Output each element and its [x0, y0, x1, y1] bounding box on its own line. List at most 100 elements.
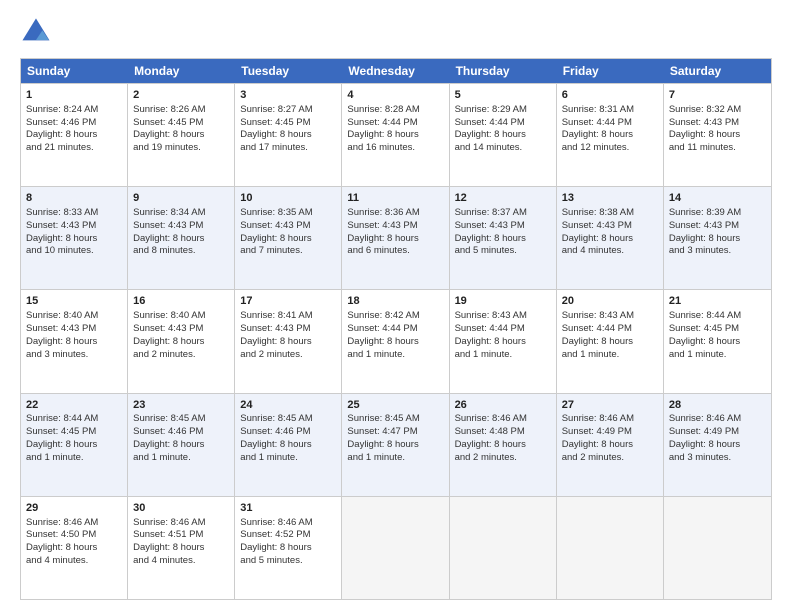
day-info-line: and 12 minutes. [562, 142, 658, 155]
day-number: 4 [347, 88, 443, 103]
day-info-line: Daylight: 8 hours [455, 439, 551, 452]
day-info-line: Sunrise: 8:43 AM [562, 310, 658, 323]
day-info-line: Sunrise: 8:46 AM [562, 413, 658, 426]
header [20, 16, 772, 48]
day-cell-23: 23Sunrise: 8:45 AMSunset: 4:46 PMDayligh… [128, 394, 235, 496]
day-info-line: Sunset: 4:45 PM [669, 323, 766, 336]
calendar-week-5: 29Sunrise: 8:46 AMSunset: 4:50 PMDayligh… [21, 496, 771, 599]
day-info-line: Sunrise: 8:38 AM [562, 207, 658, 220]
day-info-line: Daylight: 8 hours [133, 336, 229, 349]
day-info-line: Sunrise: 8:46 AM [455, 413, 551, 426]
day-info-line: Sunrise: 8:32 AM [669, 104, 766, 117]
day-info-line: Sunrise: 8:46 AM [26, 517, 122, 530]
day-cell-20: 20Sunrise: 8:43 AMSunset: 4:44 PMDayligh… [557, 290, 664, 392]
day-info-line: Sunset: 4:47 PM [347, 426, 443, 439]
day-info-line: Sunrise: 8:34 AM [133, 207, 229, 220]
day-number: 14 [669, 191, 766, 206]
day-number: 11 [347, 191, 443, 206]
day-cell-15: 15Sunrise: 8:40 AMSunset: 4:43 PMDayligh… [21, 290, 128, 392]
day-info-line: Sunset: 4:52 PM [240, 529, 336, 542]
day-info-line: Sunset: 4:43 PM [26, 220, 122, 233]
day-info-line: Sunrise: 8:43 AM [455, 310, 551, 323]
day-number: 29 [26, 501, 122, 516]
day-number: 9 [133, 191, 229, 206]
day-cell-5: 5Sunrise: 8:29 AMSunset: 4:44 PMDaylight… [450, 84, 557, 186]
day-number: 18 [347, 294, 443, 309]
day-info-line: and 2 minutes. [562, 452, 658, 465]
empty-cell [664, 497, 771, 599]
day-number: 15 [26, 294, 122, 309]
day-number: 13 [562, 191, 658, 206]
calendar-header: SundayMondayTuesdayWednesdayThursdayFrid… [21, 59, 771, 83]
day-number: 1 [26, 88, 122, 103]
day-info-line: Sunrise: 8:28 AM [347, 104, 443, 117]
day-info-line: Sunset: 4:43 PM [26, 323, 122, 336]
day-info-line: Sunrise: 8:27 AM [240, 104, 336, 117]
day-info-line: Daylight: 8 hours [26, 542, 122, 555]
day-cell-11: 11Sunrise: 8:36 AMSunset: 4:43 PMDayligh… [342, 187, 449, 289]
empty-cell [557, 497, 664, 599]
day-info-line: Sunset: 4:46 PM [26, 117, 122, 130]
day-info-line: Sunrise: 8:29 AM [455, 104, 551, 117]
day-number: 26 [455, 398, 551, 413]
day-info-line: Sunrise: 8:36 AM [347, 207, 443, 220]
day-cell-21: 21Sunrise: 8:44 AMSunset: 4:45 PMDayligh… [664, 290, 771, 392]
day-info-line: Sunrise: 8:41 AM [240, 310, 336, 323]
day-info-line: Sunset: 4:43 PM [133, 323, 229, 336]
day-number: 19 [455, 294, 551, 309]
day-info-line: Daylight: 8 hours [26, 233, 122, 246]
day-info-line: Daylight: 8 hours [669, 233, 766, 246]
day-info-line: Sunset: 4:49 PM [669, 426, 766, 439]
day-info-line: Sunset: 4:45 PM [240, 117, 336, 130]
day-number: 24 [240, 398, 336, 413]
day-number: 30 [133, 501, 229, 516]
day-info-line: Daylight: 8 hours [240, 233, 336, 246]
day-cell-17: 17Sunrise: 8:41 AMSunset: 4:43 PMDayligh… [235, 290, 342, 392]
day-info-line: Sunset: 4:48 PM [455, 426, 551, 439]
day-info-line: Sunrise: 8:31 AM [562, 104, 658, 117]
day-of-week-monday: Monday [128, 59, 235, 83]
day-info-line: Sunset: 4:44 PM [562, 323, 658, 336]
day-info-line: and 14 minutes. [455, 142, 551, 155]
page: SundayMondayTuesdayWednesdayThursdayFrid… [0, 0, 792, 612]
day-of-week-wednesday: Wednesday [342, 59, 449, 83]
day-info-line: Daylight: 8 hours [455, 233, 551, 246]
day-info-line: Daylight: 8 hours [669, 336, 766, 349]
day-info-line: Sunset: 4:43 PM [240, 220, 336, 233]
day-info-line: Sunrise: 8:45 AM [240, 413, 336, 426]
day-number: 7 [669, 88, 766, 103]
day-info-line: Sunset: 4:44 PM [562, 117, 658, 130]
day-info-line: Sunrise: 8:44 AM [26, 413, 122, 426]
day-cell-29: 29Sunrise: 8:46 AMSunset: 4:50 PMDayligh… [21, 497, 128, 599]
day-cell-14: 14Sunrise: 8:39 AMSunset: 4:43 PMDayligh… [664, 187, 771, 289]
day-info-line: Daylight: 8 hours [133, 439, 229, 452]
day-info-line: and 1 minute. [240, 452, 336, 465]
day-info-line: Daylight: 8 hours [133, 233, 229, 246]
empty-cell [450, 497, 557, 599]
day-info-line: and 5 minutes. [455, 245, 551, 258]
day-cell-27: 27Sunrise: 8:46 AMSunset: 4:49 PMDayligh… [557, 394, 664, 496]
day-info-line: Sunset: 4:49 PM [562, 426, 658, 439]
day-info-line: Sunrise: 8:42 AM [347, 310, 443, 323]
day-cell-8: 8Sunrise: 8:33 AMSunset: 4:43 PMDaylight… [21, 187, 128, 289]
day-info-line: Sunrise: 8:40 AM [133, 310, 229, 323]
day-number: 28 [669, 398, 766, 413]
day-info-line: and 3 minutes. [669, 245, 766, 258]
day-number: 17 [240, 294, 336, 309]
day-info-line: and 5 minutes. [240, 555, 336, 568]
day-cell-19: 19Sunrise: 8:43 AMSunset: 4:44 PMDayligh… [450, 290, 557, 392]
day-info-line: Daylight: 8 hours [347, 439, 443, 452]
day-info-line: Daylight: 8 hours [669, 439, 766, 452]
day-info-line: Sunset: 4:50 PM [26, 529, 122, 542]
day-info-line: Daylight: 8 hours [133, 542, 229, 555]
day-info-line: Sunrise: 8:45 AM [347, 413, 443, 426]
day-info-line: Daylight: 8 hours [347, 129, 443, 142]
day-info-line: Sunrise: 8:37 AM [455, 207, 551, 220]
day-info-line: Daylight: 8 hours [562, 129, 658, 142]
day-number: 2 [133, 88, 229, 103]
day-info-line: and 17 minutes. [240, 142, 336, 155]
empty-cell [342, 497, 449, 599]
day-cell-13: 13Sunrise: 8:38 AMSunset: 4:43 PMDayligh… [557, 187, 664, 289]
day-info-line: and 1 minute. [347, 452, 443, 465]
day-of-week-tuesday: Tuesday [235, 59, 342, 83]
